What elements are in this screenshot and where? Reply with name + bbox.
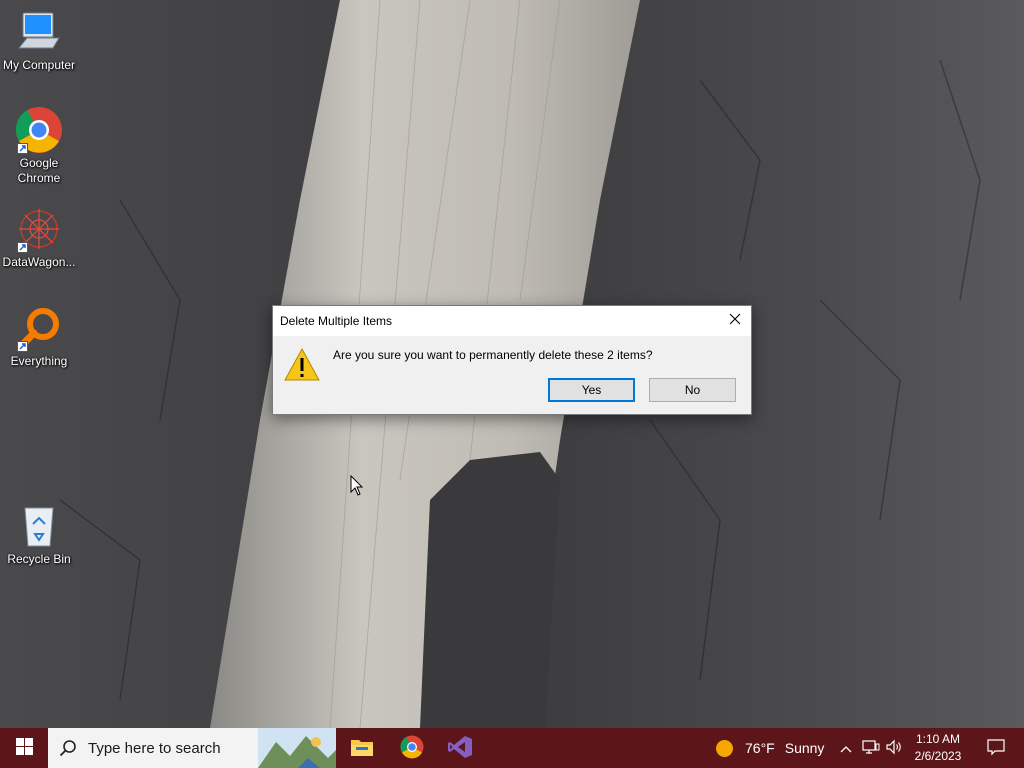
dialog-message: Are you sure you want to permanently del… <box>333 348 653 362</box>
desktop-icon-everything[interactable]: Everything <box>0 304 78 369</box>
desktop-icon-label: DataWagon... <box>2 255 76 269</box>
recycle-bin-icon <box>15 502 63 550</box>
shortcut-arrow-icon <box>17 341 28 352</box>
chrome-icon <box>15 106 63 154</box>
close-button[interactable] <box>719 306 751 336</box>
close-icon <box>729 312 741 330</box>
weather-widget[interactable]: 76°F Sunny <box>716 728 824 768</box>
network-status-button[interactable] <box>860 728 882 768</box>
search-placeholder: Type here to search <box>88 740 221 757</box>
search-highlight-icon <box>258 728 336 768</box>
mouse-cursor-icon <box>350 474 364 502</box>
desktop-icon-label: Google Chrome <box>17 156 61 185</box>
desktop-icon-google-chrome[interactable]: Google Chrome <box>0 106 78 186</box>
search-icon <box>59 739 77 760</box>
dialog-title: Delete Multiple Items <box>280 314 393 328</box>
visual-studio-icon <box>447 735 473 762</box>
taskbar-visual-studio[interactable] <box>436 728 484 768</box>
volume-button[interactable] <box>883 728 905 768</box>
datawagon-icon <box>15 205 63 253</box>
network-icon <box>862 739 880 758</box>
notification-icon <box>987 738 1005 759</box>
clock-time: 1:10 AM <box>915 732 961 746</box>
dialog-titlebar[interactable]: Delete Multiple Items <box>273 306 751 336</box>
everything-icon <box>15 304 63 352</box>
yes-button[interactable]: Yes <box>548 378 635 402</box>
shortcut-arrow-icon <box>17 143 28 154</box>
speaker-icon <box>885 739 903 758</box>
weather-condition: Sunny <box>784 740 825 756</box>
chevron-up-icon <box>840 740 852 756</box>
sunny-weather-icon <box>716 739 733 757</box>
chrome-icon <box>400 735 424 762</box>
taskbar-file-explorer[interactable] <box>338 728 386 768</box>
desktop-icon-label: Everything <box>10 354 68 368</box>
file-explorer-icon <box>350 737 374 760</box>
desktop-icon-my-computer[interactable]: My Computer <box>0 8 78 73</box>
show-hidden-icons-button[interactable] <box>838 728 854 768</box>
computer-icon <box>15 8 63 56</box>
desktop-icon-recycle-bin[interactable]: Recycle Bin <box>0 502 78 567</box>
clock-date: 2/6/2023 <box>914 749 962 763</box>
weather-temperature: 76°F <box>745 740 775 756</box>
desktop-icon-datawagon[interactable]: DataWagon... <box>0 205 78 270</box>
taskbar: Type here to search 76°F Sunny 1:10 AM 2… <box>0 728 1024 768</box>
action-center-button[interactable] <box>976 728 1016 768</box>
windows-logo-icon <box>15 738 33 758</box>
taskbar-google-chrome[interactable] <box>388 728 436 768</box>
desktop-icon-label: My Computer <box>2 58 76 72</box>
warning-icon <box>283 346 321 384</box>
system-clock[interactable]: 1:10 AM 2/6/2023 <box>906 731 970 765</box>
no-button[interactable]: No <box>649 378 736 402</box>
taskbar-search-box[interactable]: Type here to search <box>48 728 336 768</box>
delete-confirmation-dialog: Delete Multiple Items Are you sure you w… <box>272 305 752 415</box>
start-button[interactable] <box>0 728 48 768</box>
shortcut-arrow-icon <box>17 242 28 253</box>
desktop-icon-label: Recycle Bin <box>7 552 71 566</box>
